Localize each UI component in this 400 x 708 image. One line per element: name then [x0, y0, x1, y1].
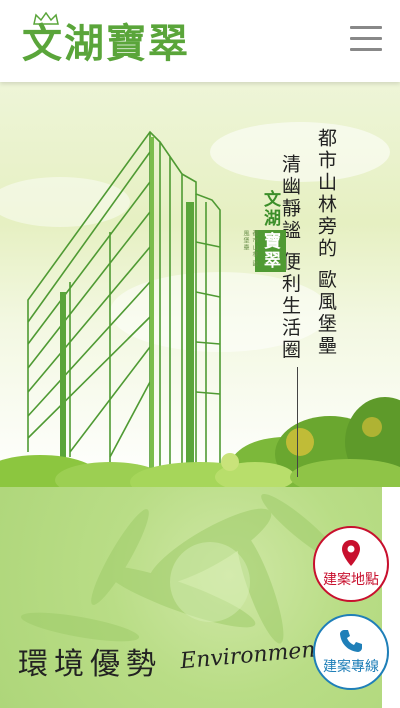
site-header: 文湖寶翠: [0, 0, 400, 82]
menu-button[interactable]: [350, 26, 382, 54]
brand-part2: 寶翠: [255, 230, 286, 272]
site-logo[interactable]: 文湖寶翠: [22, 12, 190, 70]
hero-banner: 都市山林旁的 歐風堡壘 清幽靜謐 便利生活圈 文湖 寶翠 都市山林 歐風堡壘: [0, 82, 400, 487]
brand-small-text: 都市山林 歐風堡壘: [242, 230, 258, 268]
brand-part1: 文湖: [260, 190, 280, 228]
phone-icon: [340, 630, 362, 652]
location-button-label: 建案地點: [323, 572, 379, 588]
phone-button-label: 建案專線: [323, 659, 379, 675]
slogan-divider: [297, 367, 298, 477]
building-illustration: [0, 122, 400, 487]
hamburger-menu-icon: [350, 26, 382, 29]
page: 文湖寶翠 都市山林旁的 歐風堡壘 清幽靜謐 便利生活圈 文湖 寶翠 都市山林 歐…: [0, 0, 400, 708]
environment-title: 環境優勢: [18, 647, 162, 682]
hero-brand-mark: 文湖 寶翠 都市山林 歐風堡壘: [242, 190, 286, 272]
map-pin-icon: [342, 540, 360, 566]
hero-slogan-line1: 都市山林旁的 歐風堡壘: [315, 128, 337, 358]
phone-button[interactable]: 建案專線: [313, 614, 389, 690]
location-button[interactable]: 建案地點: [313, 526, 389, 602]
crown-icon: [33, 12, 59, 25]
